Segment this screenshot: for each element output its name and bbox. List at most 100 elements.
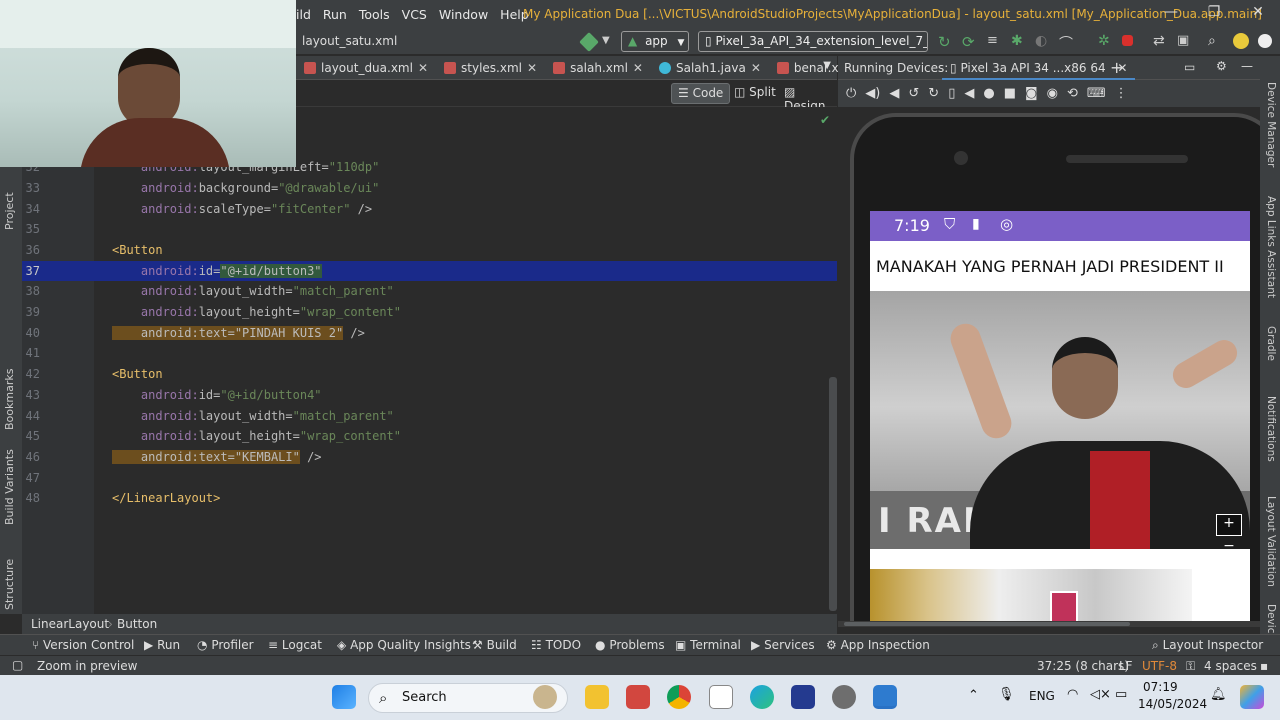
terminal-tool[interactable]: ▣ Terminal xyxy=(675,638,741,652)
zoom-out-button[interactable]: − xyxy=(1216,538,1242,560)
code-line[interactable]: 34 android:scaleType="fitCenter" /> xyxy=(0,199,837,220)
stop-icon[interactable] xyxy=(1122,35,1133,46)
close-tab-icon[interactable]: ✕ xyxy=(633,61,643,75)
menu-vcs[interactable]: VCS xyxy=(402,7,427,22)
structure-tool[interactable]: Structure xyxy=(3,559,16,610)
notification-icon[interactable]: ▪ xyxy=(1260,659,1268,673)
more-icon[interactable]: ⋮ xyxy=(1115,86,1128,101)
horizontal-scrollbar[interactable] xyxy=(838,621,1260,627)
code-line[interactable]: 44 android:layout_width="match_parent" xyxy=(0,406,837,427)
debug-icon[interactable]: ✱ xyxy=(1011,33,1027,49)
code-line[interactable]: 39 android:layout_height="wrap_content" xyxy=(0,302,837,323)
reset-icon[interactable]: ⟲ xyxy=(1067,86,1078,101)
breadcrumb-button[interactable]: Button xyxy=(117,617,157,631)
editor-scrollbar[interactable] xyxy=(829,377,837,611)
project-tool[interactable]: Project xyxy=(3,192,16,230)
home-icon[interactable]: ● xyxy=(983,86,994,101)
code-line[interactable]: 41 xyxy=(0,343,837,364)
layout-inspector-tool[interactable]: ⌕ Layout Inspector xyxy=(1152,638,1263,653)
tab-styles[interactable]: styles.xml ✕ xyxy=(436,56,545,80)
indent-setting[interactable]: 4 spaces xyxy=(1204,659,1257,673)
menu-build[interactable]: ild xyxy=(296,7,311,22)
tab-layout-dua[interactable]: layout_dua.xml ✕ xyxy=(296,56,436,80)
power-icon[interactable]: ⏻ xyxy=(846,86,856,101)
rotate-left-icon[interactable]: ↺ xyxy=(908,86,919,101)
widget-icon[interactable] xyxy=(533,685,557,709)
version-control-tool[interactable]: ⑂ Version Control xyxy=(32,638,134,652)
code-line[interactable]: 43 android:id="@+id/button4" xyxy=(0,385,837,406)
build-tool[interactable]: ⚒ Build xyxy=(472,638,517,652)
device-manager-icon[interactable]: ▣ xyxy=(1177,33,1193,49)
zoom-actual-button[interactable]: 1:1 xyxy=(1216,562,1242,584)
maximize-button[interactable]: ❐ xyxy=(1203,4,1225,24)
code-line[interactable]: 47 xyxy=(0,468,837,489)
bug-icon[interactable]: ✲ xyxy=(1098,33,1114,49)
apply-changes-icon[interactable]: ↻ xyxy=(938,33,954,51)
code-line[interactable]: 33 android:background="@drawable/ui" xyxy=(0,178,837,199)
code-line[interactable]: 42 <Button xyxy=(0,364,837,385)
tab-salah[interactable]: salah.xml ✕ xyxy=(545,56,651,80)
camera-icon[interactable]: ◙ xyxy=(1025,86,1038,101)
clock-time[interactable]: 07:19 xyxy=(1143,680,1178,694)
menu-tools[interactable]: Tools xyxy=(359,7,390,22)
chrome-icon[interactable] xyxy=(667,685,691,709)
todo-tool[interactable]: ☷ TODO xyxy=(531,638,581,652)
document-icon[interactable] xyxy=(709,685,733,709)
code-line[interactable]: 46 android:text="KEMBALI" /> xyxy=(0,447,837,468)
notifications-tool[interactable]: Notifications xyxy=(1265,396,1277,462)
apply-code-changes-icon[interactable]: ⟳ xyxy=(962,33,978,51)
volume-icon[interactable]: ◁× xyxy=(1090,687,1111,702)
code-line[interactable]: 45 android:layout_height="wrap_content" xyxy=(0,426,837,447)
word-icon[interactable] xyxy=(791,685,815,709)
chevron-down-icon[interactable]: ▼ xyxy=(602,35,610,46)
profiler-tool[interactable]: ◔ Profiler xyxy=(197,638,254,652)
back-icon[interactable]: ◀ xyxy=(964,86,974,101)
layout-validation-tool[interactable]: Layout Validation xyxy=(1265,496,1277,587)
device-tab[interactable]: ▯ Pixel 3a API 34 ...x86 64 ✕ xyxy=(942,56,1136,80)
code-line[interactable]: 40 android:text="PINDAH KUIS 2" /> xyxy=(0,323,837,344)
bookmarks-tool[interactable]: Bookmarks xyxy=(3,369,16,430)
services-tool[interactable]: ▶ Services xyxy=(751,638,815,652)
code-line[interactable]: 35 xyxy=(0,219,837,240)
zoom-fit-button[interactable]: ⤢ xyxy=(1216,586,1242,608)
app-links-tool[interactable]: App Links Assistant xyxy=(1265,196,1277,298)
gradle-tool[interactable]: Gradle xyxy=(1265,326,1277,361)
overview-icon[interactable]: ■ xyxy=(1004,86,1016,101)
start-icon[interactable] xyxy=(332,685,356,709)
microphone-icon[interactable]: 🎙 xyxy=(998,687,1015,702)
app-inspection-tool[interactable]: ⚙ App Inspection xyxy=(826,638,930,652)
user-avatar-icon[interactable] xyxy=(1233,33,1249,49)
file-encoding[interactable]: UTF-8 xyxy=(1142,659,1177,673)
edge-icon[interactable] xyxy=(750,685,774,709)
run-config-select[interactable]: ▲ app ▼ xyxy=(621,31,689,52)
add-device-icon[interactable]: + xyxy=(1110,58,1123,77)
code-line[interactable]: 36 <Button xyxy=(0,240,837,261)
scroll-thumb[interactable] xyxy=(844,622,1130,626)
build-variants-tool[interactable]: Build Variants xyxy=(3,449,16,525)
keyboard-icon[interactable]: ⌨ xyxy=(1087,86,1106,101)
android-studio-taskbar-icon[interactable] xyxy=(873,685,897,709)
layout-icon[interactable]: ▭ xyxy=(1184,60,1195,74)
rotate-right-icon[interactable]: ↻ xyxy=(928,86,939,101)
close-tab-icon[interactable]: ✕ xyxy=(751,61,761,75)
settings-app-icon[interactable] xyxy=(832,685,856,709)
tab-salah1-java[interactable]: Salah1.java ✕ xyxy=(651,56,769,80)
problems-tool[interactable]: ● Problems xyxy=(595,638,665,652)
hammer-icon[interactable] xyxy=(579,32,599,52)
device-manager-tool[interactable]: Device Manager xyxy=(1265,82,1277,167)
fold-icon[interactable]: ▯ xyxy=(948,86,955,101)
file-breadcrumb[interactable]: layout_satu.xml xyxy=(302,34,397,48)
volume-up-icon[interactable]: ◀) xyxy=(865,86,880,101)
attach-debugger-icon[interactable]: ◐ xyxy=(1035,33,1051,49)
close-tab-icon[interactable]: ✕ xyxy=(527,61,537,75)
caret-position[interactable]: 37:25 (8 chars) xyxy=(1037,659,1129,673)
sdk-manager-icon[interactable]: ⇄ xyxy=(1153,33,1169,49)
copilot-icon[interactable] xyxy=(1240,685,1264,709)
lock-icon[interactable]: ⚿ xyxy=(1186,659,1195,674)
settings-icon[interactable] xyxy=(1258,34,1272,48)
gear-icon[interactable]: ⚙ xyxy=(1216,59,1227,73)
file-explorer-icon[interactable] xyxy=(585,685,609,709)
code-line[interactable]: 37 android:id="@+id/button3" xyxy=(0,260,837,282)
clock-date[interactable]: 14/05/2024 xyxy=(1138,697,1207,711)
phone-screen[interactable]: 7:19 ⛉ ▮ ◎ MANAKAH YANG PERNAH JADI PRES… xyxy=(870,211,1250,627)
